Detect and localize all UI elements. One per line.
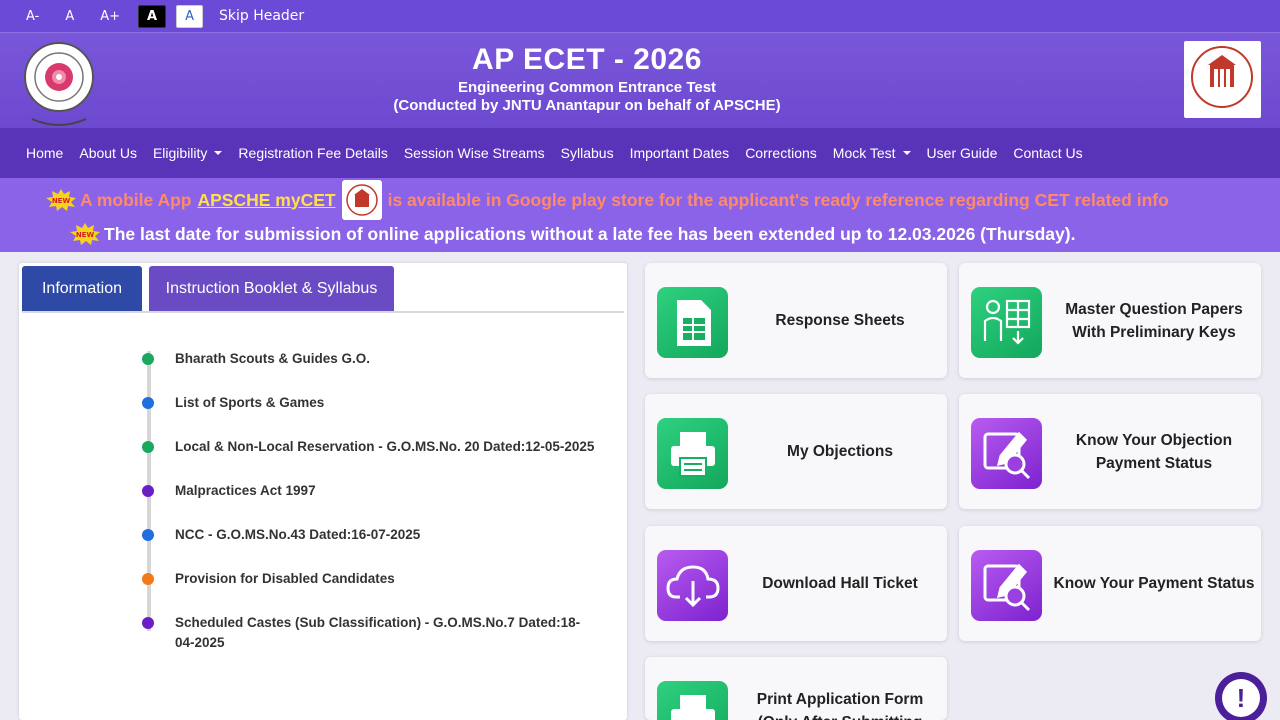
info-list-item[interactable]: Malpractices Act 1997: [142, 483, 316, 501]
card-response-sheets[interactable]: Response Sheets: [645, 263, 947, 378]
nav-corrections[interactable]: Corrections: [745, 145, 817, 161]
light-theme-button[interactable]: A: [176, 4, 203, 28]
bullet-dot-icon: [142, 529, 154, 541]
card-payment-status[interactable]: Know Your Payment Status: [959, 526, 1261, 641]
bullet-dot-icon: [142, 397, 154, 409]
page-title: AP ECET - 2026: [472, 43, 702, 76]
skip-header-link[interactable]: Skip Header: [219, 8, 304, 24]
svg-text:NEW: NEW: [76, 231, 95, 239]
nav-syllabus[interactable]: Syllabus: [561, 145, 614, 161]
nav-label: About Us: [79, 145, 137, 161]
info-list-text[interactable]: Bharath Scouts & Guides G.O.: [175, 349, 370, 369]
card-label: Response Sheets: [775, 312, 905, 329]
tab-instruction-booklet[interactable]: Instruction Booklet & Syllabus: [149, 266, 394, 312]
mycet-app-icon[interactable]: [341, 180, 382, 220]
info-list-item[interactable]: NCC - G.O.MS.No.43 Dated:16-07-2025: [142, 527, 420, 545]
tab-divider: [22, 311, 624, 313]
info-list-item[interactable]: Scheduled Castes (Sub Classification) - …: [142, 615, 595, 653]
card-label: Print Application Form (Only After Submi…: [756, 691, 924, 720]
dark-theme-button[interactable]: A: [138, 4, 167, 28]
nav-session-streams[interactable]: Session Wise Streams: [404, 145, 545, 161]
announcement-banner: NEW A mobile App APSCHE myCET is availab…: [0, 178, 1280, 252]
help-button[interactable]: !: [1215, 672, 1267, 720]
site-header: AP ECET - 2026 Engineering Common Entran…: [0, 32, 1280, 128]
new-badge-icon: NEW: [46, 189, 76, 211]
jntu-logo: [22, 41, 96, 127]
nav-eligibility[interactable]: Eligibility: [152, 145, 223, 161]
nav-mock-test[interactable]: Mock Test: [833, 145, 911, 161]
printer-icon: [657, 418, 728, 489]
card-label: Know Your Objection Payment Status: [1075, 431, 1233, 472]
nav-important-dates[interactable]: Important Dates: [630, 145, 730, 161]
card-master-question-papers[interactable]: Master Question Papers With Preliminary …: [959, 263, 1261, 378]
font-normal-button[interactable]: A: [57, 6, 82, 27]
info-list-text[interactable]: Provision for Disabled Candidates: [175, 569, 395, 589]
cloud-download-icon: [657, 550, 728, 621]
bullet-dot-icon: [142, 617, 154, 629]
page-subtitle: Engineering Common Entrance Test: [457, 79, 717, 96]
card-download-hall-ticket[interactable]: Download Hall Ticket: [645, 526, 947, 641]
card-label: My Objections: [787, 443, 893, 460]
info-list-text[interactable]: Scheduled Castes (Sub Classification) - …: [175, 613, 595, 653]
info-list-item[interactable]: Bharath Scouts & Guides G.O.: [142, 351, 370, 369]
title-block: AP ECET - 2026 Engineering Common Entran…: [300, 43, 874, 114]
font-increase-button[interactable]: A+: [92, 6, 128, 27]
exclamation-icon: !: [1222, 679, 1260, 717]
printer-icon: [657, 681, 728, 720]
new-badge-icon: NEW: [70, 223, 100, 245]
banner-deadline-text: The last date for submission of online a…: [104, 223, 1076, 244]
main-nav: Home About Us Eligibility Registration F…: [0, 128, 1280, 178]
accessibility-bar: A- A A+ A A Skip Header: [0, 0, 1280, 32]
nav-label: Registration Fee Details: [238, 145, 388, 161]
card-objection-payment-status[interactable]: Know Your Objection Payment Status: [959, 394, 1261, 509]
chevron-down-icon: [902, 151, 911, 155]
nav-label: Corrections: [745, 145, 817, 161]
svg-text:NEW: NEW: [52, 197, 71, 205]
nav-registration-fee[interactable]: Registration Fee Details: [238, 145, 387, 161]
spreadsheet-icon: [657, 287, 728, 358]
page-subtitle-conducted: (Conducted by JNTU Anantapur on behalf o…: [393, 97, 781, 114]
card-my-objections[interactable]: My Objections: [645, 394, 947, 509]
info-list-text[interactable]: NCC - G.O.MS.No.43 Dated:16-07-2025: [175, 525, 420, 545]
bullet-dot-icon: [142, 573, 154, 585]
edit-search-icon: [971, 418, 1042, 489]
nav-label: Mock Test: [832, 145, 896, 161]
chevron-down-icon: [214, 151, 223, 155]
card-label: Download Hall Ticket: [762, 575, 918, 592]
info-list-text[interactable]: Local & Non-Local Reservation - G.O.MS.N…: [175, 437, 594, 457]
apsche-mycet-link[interactable]: APSCHE myCET: [197, 190, 335, 211]
apsche-logo: [1184, 41, 1261, 118]
bullet-dot-icon: [142, 485, 154, 497]
banner-app-text-suffix: is available in Google play store for th…: [387, 189, 1169, 210]
info-list-item[interactable]: Provision for Disabled Candidates: [142, 571, 395, 589]
info-list-item[interactable]: List of Sports & Games: [142, 395, 324, 413]
nav-label: Home: [26, 145, 64, 161]
card-label: Know Your Payment Status: [1053, 575, 1255, 592]
nav-label: User Guide: [926, 145, 998, 161]
card-label: Master Question Papers With Preliminary …: [1065, 300, 1243, 341]
nav-about-us[interactable]: About Us: [79, 145, 137, 161]
info-list-item[interactable]: Local & Non-Local Reservation - G.O.MS.N…: [142, 439, 594, 457]
bullet-dot-icon: [142, 353, 154, 365]
bullet-dot-icon: [142, 441, 154, 453]
nav-label: Session Wise Streams: [403, 145, 545, 161]
nav-label: Contact Us: [1013, 145, 1083, 161]
banner-app-text-prefix: A mobile App: [80, 189, 192, 210]
person-grid-icon: [971, 287, 1042, 358]
card-print-application[interactable]: Print Application Form (Only After Submi…: [645, 657, 947, 720]
font-decrease-button[interactable]: A-: [18, 6, 47, 27]
info-list-text[interactable]: Malpractices Act 1997: [175, 481, 316, 501]
information-panel: Information Instruction Booklet & Syllab…: [19, 263, 627, 720]
nav-contact-us[interactable]: Contact Us: [1013, 145, 1082, 161]
banner-line-app: NEW A mobile App APSCHE myCET is availab…: [46, 180, 1169, 220]
tab-information[interactable]: Information: [22, 266, 142, 312]
nav-label: Syllabus: [560, 145, 614, 161]
nav-user-guide[interactable]: User Guide: [927, 145, 998, 161]
banner-line-deadline: NEW The last date for submission of onli…: [70, 220, 1075, 248]
nav-label: Eligibility: [152, 145, 208, 161]
nav-label: Important Dates: [629, 145, 730, 161]
edit-search-icon: [971, 550, 1042, 621]
info-list-text[interactable]: List of Sports & Games: [175, 393, 324, 413]
nav-home[interactable]: Home: [26, 145, 63, 161]
